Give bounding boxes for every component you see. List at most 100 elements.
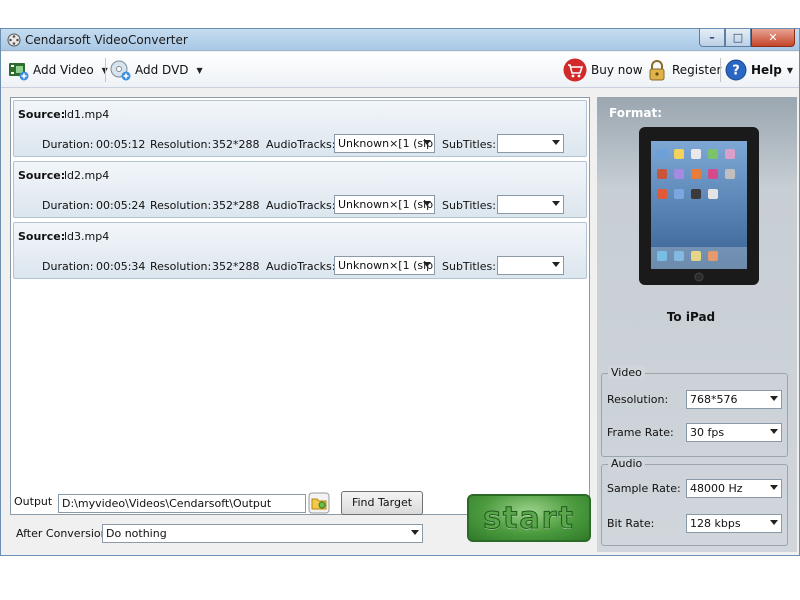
output-path-input[interactable]: D:\myvideo\Videos\Cendarsoft\Output (58, 494, 306, 513)
chevron-down-icon (552, 262, 560, 267)
after-conversion-select[interactable]: Do nothing (102, 524, 423, 543)
title-bar[interactable]: Cendarsoft VideoConverter – □ ✕ (1, 29, 799, 51)
window-controls: – □ ✕ (699, 29, 795, 47)
frame-rate-value: 30 fps (690, 426, 725, 439)
audio-tracks-label: AudioTracks: (266, 260, 336, 273)
lock-icon (649, 60, 665, 81)
register-button[interactable]: Register (646, 58, 721, 82)
chevron-down-icon (552, 140, 560, 145)
file-list[interactable]: Source: ld1.mp4 Duration: 00:05:12 Resol… (10, 97, 590, 515)
chevron-down-icon[interactable]: ▼ (787, 66, 793, 75)
toolbar-divider (105, 58, 106, 82)
resolution-value: 352*288 (212, 199, 260, 212)
chevron-down-icon (423, 140, 431, 145)
find-target-button[interactable]: Find Target (341, 491, 423, 515)
resolution-value: 352*288 (212, 138, 260, 151)
chevron-down-icon[interactable]: ▼ (197, 66, 203, 75)
close-button[interactable]: ✕ (751, 29, 795, 47)
source-label: Source: (18, 169, 66, 182)
resolution-label: Resolution: (150, 260, 212, 273)
source-label: Source: (18, 108, 66, 121)
help-label: Help (751, 63, 782, 77)
minimize-button[interactable]: – (699, 29, 725, 47)
sample-rate-value: 48000 Hz (690, 482, 743, 495)
list-item[interactable]: Source: ld3.mp4 Duration: 00:05:34 Resol… (13, 222, 587, 279)
toolbar-divider (720, 58, 721, 82)
window-title: Cendarsoft VideoConverter (25, 33, 188, 47)
film-reel-icon (7, 33, 21, 47)
duration-label: Duration: (42, 199, 94, 212)
minimize-icon: – (709, 31, 715, 44)
duration-value: 00:05:12 (96, 138, 146, 151)
after-conversion-value: Do nothing (106, 527, 167, 540)
toolbar: Add Video ▼ Add DVD ▼ Buy now (1, 52, 799, 88)
audio-tracks-value: Unknown×[1 (sip (338, 259, 434, 272)
svg-text:?: ? (732, 64, 740, 79)
sample-rate-label: Sample Rate: (607, 482, 681, 495)
format-label: Format: (609, 106, 663, 120)
buy-now-button[interactable]: Buy now (563, 58, 643, 82)
resolution-label: Resolution: (607, 393, 669, 406)
add-dvd-label: Add DVD (135, 63, 189, 77)
audio-tracks-select[interactable]: Unknown×[1 (sip (334, 256, 435, 275)
help-button[interactable]: ? Help ▼ (725, 58, 793, 82)
sample-rate-select[interactable]: 48000 Hz (686, 479, 782, 498)
resolution-select[interactable]: 768*576 (686, 390, 782, 409)
close-icon: ✕ (768, 31, 778, 44)
browse-folder-icon[interactable] (308, 492, 330, 514)
audio-settings-group: Audio Sample Rate: 48000 Hz Bit Rate: 12… (601, 457, 788, 546)
help-icon: ? (725, 59, 747, 81)
chevron-down-icon (770, 396, 778, 401)
bit-rate-select[interactable]: 128 kbps (686, 514, 782, 533)
ipad-device-icon[interactable] (639, 127, 759, 285)
subtitles-select[interactable] (497, 195, 564, 214)
format-panel: Format: To iPad Video Resolution: 768*57… (597, 97, 797, 552)
subtitles-label: SubTitles: (442, 138, 496, 151)
add-dvd-icon (110, 60, 131, 81)
add-dvd-button[interactable]: Add DVD ▼ (109, 58, 203, 82)
chevron-down-icon (411, 530, 419, 535)
register-label: Register (672, 63, 722, 77)
frame-rate-select[interactable]: 30 fps (686, 423, 782, 442)
resolution-label: Resolution: (150, 199, 212, 212)
audio-tracks-select[interactable]: Unknown×[1 (sip (334, 134, 435, 153)
video-group-title: Video (608, 366, 645, 379)
duration-label: Duration: (42, 260, 94, 273)
duration-value: 00:05:34 (96, 260, 146, 273)
list-item[interactable]: Source: ld2.mp4 Duration: 00:05:24 Resol… (13, 161, 587, 218)
maximize-icon: □ (732, 31, 744, 44)
audio-tracks-value: Unknown×[1 (sip (338, 137, 434, 150)
resolution-value: 352*288 (212, 260, 260, 273)
start-button[interactable]: start (467, 494, 591, 542)
maximize-button[interactable]: □ (725, 29, 751, 47)
chevron-down-icon (770, 429, 778, 434)
chevron-down-icon (770, 520, 778, 525)
chevron-down-icon (423, 201, 431, 206)
add-video-icon (9, 63, 29, 81)
subtitles-label: SubTitles: (442, 199, 496, 212)
resolution-value: 768*576 (690, 393, 738, 406)
frame-rate-label: Frame Rate: (607, 426, 674, 439)
bit-rate-value: 128 kbps (690, 517, 741, 530)
audio-tracks-select[interactable]: Unknown×[1 (sip (334, 195, 435, 214)
output-label: Output (14, 495, 53, 508)
device-label: To iPad (666, 310, 716, 324)
duration-label: Duration: (42, 138, 94, 151)
chevron-down-icon (423, 262, 431, 267)
audio-tracks-label: AudioTracks: (266, 138, 336, 151)
subtitles-label: SubTitles: (442, 260, 496, 273)
source-filename: ld2.mp4 (64, 169, 110, 182)
subtitles-select[interactable] (497, 256, 564, 275)
video-settings-group: Video Resolution: 768*576 Frame Rate: 30… (601, 366, 788, 457)
app-window: Cendarsoft VideoConverter – □ ✕ Add Vide… (0, 28, 800, 556)
audio-group-title: Audio (608, 457, 646, 470)
source-filename: ld3.mp4 (64, 230, 110, 243)
chevron-down-icon (770, 485, 778, 490)
add-video-button[interactable]: Add Video ▼ (7, 58, 108, 82)
buy-now-label: Buy now (591, 63, 643, 77)
after-conversion-label: After Conversion: (16, 527, 112, 540)
duration-value: 00:05:24 (96, 199, 146, 212)
list-item[interactable]: Source: ld1.mp4 Duration: 00:05:12 Resol… (13, 100, 587, 157)
subtitles-select[interactable] (497, 134, 564, 153)
shopping-cart-icon (563, 58, 587, 82)
